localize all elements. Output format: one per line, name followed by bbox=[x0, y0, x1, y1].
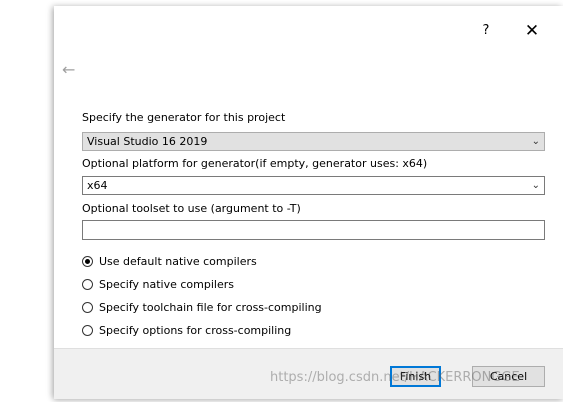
chevron-down-icon: ⌄ bbox=[531, 180, 540, 191]
help-button[interactable]: ? bbox=[472, 20, 500, 42]
toolset-label: Optional toolset to use (argument to -T) bbox=[82, 202, 301, 215]
generator-select-value: Visual Studio 16 2019 bbox=[87, 135, 208, 148]
radio-label: Specify toolchain file for cross-compili… bbox=[99, 300, 322, 314]
toolset-input[interactable] bbox=[82, 220, 545, 240]
cmake-generator-dialog: ? ✕ ← Specify the generator for this pro… bbox=[54, 6, 563, 399]
radio-label: Use default native compilers bbox=[99, 254, 257, 268]
close-button[interactable]: ✕ bbox=[518, 20, 546, 42]
radio-unchecked-icon[interactable] bbox=[82, 301, 93, 313]
radio-label: Specify native compilers bbox=[99, 277, 234, 291]
generator-label: Specify the generator for this project bbox=[82, 111, 286, 124]
radio-checked-icon[interactable] bbox=[82, 255, 93, 267]
radio-unchecked-icon[interactable] bbox=[82, 278, 93, 290]
chevron-down-icon: ⌄ bbox=[531, 136, 540, 147]
watermark-text: https://blog.csdn.net/HACKERRONGGE bbox=[270, 370, 520, 385]
radio-toolchain-file[interactable]: Specify toolchain file for cross-compili… bbox=[82, 299, 322, 315]
platform-combobox-value: x64 bbox=[87, 179, 108, 192]
generator-select[interactable]: Visual Studio 16 2019 ⌄ bbox=[82, 132, 545, 151]
back-arrow-icon[interactable]: ← bbox=[62, 60, 75, 79]
radio-specify-native-compilers[interactable]: Specify native compilers bbox=[82, 276, 234, 292]
radio-unchecked-icon[interactable] bbox=[82, 324, 93, 336]
platform-combobox[interactable]: x64 ⌄ bbox=[82, 176, 545, 195]
radio-label: Specify options for cross-compiling bbox=[99, 323, 292, 337]
platform-label: Optional platform for generator(if empty… bbox=[82, 157, 428, 170]
radio-cross-compiling-options[interactable]: Specify options for cross-compiling bbox=[82, 322, 291, 338]
radio-default-native-compilers[interactable]: Use default native compilers bbox=[82, 253, 257, 269]
